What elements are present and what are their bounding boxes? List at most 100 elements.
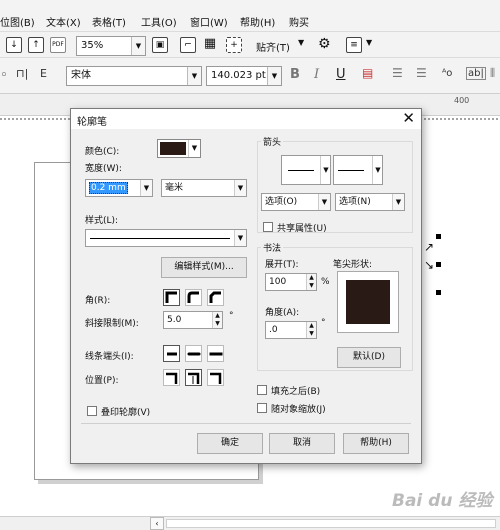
chevron-down-icon: ▼ <box>392 194 404 210</box>
bevel-corner-icon[interactable] <box>207 289 224 306</box>
round-cap-icon[interactable] <box>185 345 202 362</box>
ok-button[interactable]: 确定 <box>197 433 263 454</box>
miter-corner-icon[interactable] <box>163 289 180 306</box>
italic-button[interactable]: I <box>314 67 319 82</box>
spinner-icon[interactable]: ▲ ▼ <box>306 322 316 338</box>
scroll-thumb[interactable] <box>166 519 496 528</box>
options-gear-icon[interactable]: ⚙ <box>318 36 331 52</box>
style-label: 样式(L): <box>85 216 119 226</box>
end-arrow-options[interactable]: 选项(N) ▼ <box>335 193 405 211</box>
dialog-titlebar[interactable]: 轮廓笔 ✕ <box>71 109 421 129</box>
bold-button[interactable]: B <box>290 67 300 82</box>
butt-cap-icon[interactable] <box>163 345 180 362</box>
start-arrow-options[interactable]: 选项(O) ▼ <box>261 193 331 211</box>
selection-handle[interactable] <box>436 234 441 239</box>
chevron-down-icon: ▼ <box>318 194 330 210</box>
center-position-icon[interactable] <box>185 369 202 386</box>
miter-limit-label: 斜接限制(M): <box>85 319 139 329</box>
rotate-arrow-icon[interactable]: ↘ <box>424 258 434 272</box>
color-picker[interactable]: ▼ <box>157 139 201 158</box>
chevron-down-icon[interactable]: ▼ <box>366 38 372 47</box>
zoom-value: 35% <box>81 40 104 51</box>
import-icon[interactable]: ↓ <box>6 37 22 53</box>
menu-bitmap[interactable]: 位图(B) <box>0 14 35 29</box>
inside-position-icon[interactable] <box>207 369 224 386</box>
text-align-icon[interactable]: E <box>40 67 47 80</box>
selection-handle[interactable] <box>436 290 441 295</box>
angle-field[interactable]: .0 ▲ ▼ <box>265 321 317 339</box>
scale-with-image-checkbox[interactable] <box>257 403 267 413</box>
grid-icon[interactable]: ▦ <box>202 37 218 53</box>
character-format-icon[interactable]: ᴬo <box>442 68 452 79</box>
zoom-combo[interactable]: 35% ▼ <box>76 36 146 56</box>
guidelines-icon[interactable]: + <box>226 37 242 53</box>
help-button[interactable]: 帮助(H) <box>343 433 409 454</box>
color-swatch <box>160 142 186 155</box>
menu-window[interactable]: 窗口(W) <box>190 14 228 29</box>
font-size-combo[interactable]: 140.023 pt ▼ <box>206 66 282 86</box>
chevron-down-icon: ▼ <box>267 67 281 85</box>
page-layout-icon[interactable]: ≡ <box>346 37 362 53</box>
end-arrow-dropdown[interactable]: ▼ <box>333 155 383 185</box>
underline-button[interactable]: U <box>336 67 346 82</box>
rulers-icon[interactable]: ⌐ <box>180 37 196 53</box>
rotate-arrow-icon[interactable]: ↗ <box>424 240 434 254</box>
chevron-down-icon: ▼ <box>140 180 152 196</box>
font-name-value: 宋体 <box>71 70 91 81</box>
stretch-value: 100 <box>269 277 287 287</box>
text-edit-icon[interactable]: ab| <box>466 67 486 80</box>
divider <box>81 423 411 424</box>
dropcap-icon[interactable]: ☰ <box>416 66 427 80</box>
stretch-field[interactable]: 100 ▲ ▼ <box>265 273 317 291</box>
close-icon[interactable]: ✕ <box>402 110 415 126</box>
share-attributes-label: 共享属性(U) <box>277 224 327 234</box>
edit-style-button[interactable]: 编辑样式(M)... <box>161 257 247 278</box>
line-style-dropdown[interactable]: ▼ <box>85 229 247 247</box>
width-field[interactable]: 0.2 mm ▼ <box>85 179 153 197</box>
line-caps-label: 线条端头(I): <box>85 352 134 362</box>
width-value: 0.2 mm <box>89 182 128 194</box>
text-tool-icon[interactable]: ◦ <box>0 68 8 83</box>
menu-tools[interactable]: 工具(O) <box>141 14 177 29</box>
vertical-text-icon[interactable]: ⫴ <box>490 66 495 81</box>
menu-buy[interactable]: 购买 <box>289 14 309 29</box>
arrows-title: 箭头 <box>261 135 284 148</box>
text-color-icon[interactable]: ▤ <box>362 66 373 80</box>
outside-position-icon[interactable] <box>163 369 180 386</box>
list-icon[interactable]: ☰ <box>392 66 403 80</box>
property-bar: ◦ ⊓| E 宋体 ▼ 140.023 pt ▼ B I U ▤ ☰ ☰ ᴬo … <box>0 58 500 94</box>
menu-help[interactable]: 帮助(H) <box>240 14 275 29</box>
menu-table[interactable]: 表格(T) <box>92 14 126 29</box>
fill-behind-checkbox[interactable] <box>257 385 267 395</box>
chevron-down-icon[interactable]: ▼ <box>298 38 304 47</box>
fullscreen-icon[interactable]: ▣ <box>152 37 168 53</box>
chevron-down-icon: ▼ <box>188 140 200 157</box>
default-button[interactable]: 默认(D) <box>337 347 401 368</box>
chevron-down-icon: ▼ <box>187 67 201 85</box>
standard-toolbar: ↓ ↑ PDF 35% ▼ ▣ ⌐ ▦ + 贴齐(T) ▼ ⚙ ≡ ▼ <box>0 32 500 58</box>
selection-handle[interactable] <box>436 262 441 267</box>
scroll-left-icon[interactable]: ‹ <box>150 517 164 530</box>
position-label: 位置(P): <box>85 376 119 386</box>
cancel-button[interactable]: 取消 <box>269 433 335 454</box>
chevron-down-icon: ▼ <box>234 230 246 246</box>
snap-to-dropdown[interactable]: 贴齐(T) <box>256 39 290 54</box>
unit-dropdown[interactable]: 毫米 ▼ <box>161 179 247 197</box>
overprint-checkbox[interactable] <box>87 406 97 416</box>
export-icon[interactable]: ↑ <box>28 37 44 53</box>
spinner-icon[interactable]: ▲ ▼ <box>212 312 222 328</box>
pdf-icon[interactable]: PDF <box>50 37 66 53</box>
start-arrow-dropdown[interactable]: ▼ <box>281 155 331 185</box>
spinner-icon[interactable]: ▲ ▼ <box>306 274 316 290</box>
text-frame-icon[interactable]: ⊓| <box>16 67 28 80</box>
font-name-combo[interactable]: 宋体 ▼ <box>66 66 202 86</box>
menu-text[interactable]: 文本(X) <box>46 14 81 29</box>
ruler-label: 400 <box>454 96 470 105</box>
share-attributes-checkbox[interactable] <box>263 222 273 232</box>
miter-limit-field[interactable]: 5.0 ▲ ▼ <box>163 311 223 329</box>
degree-symbol: ° <box>229 311 234 321</box>
square-cap-icon[interactable] <box>207 345 224 362</box>
horizontal-scrollbar[interactable]: ‹ <box>0 516 500 530</box>
round-corner-icon[interactable] <box>185 289 202 306</box>
nib-shape-preview[interactable] <box>337 271 399 333</box>
